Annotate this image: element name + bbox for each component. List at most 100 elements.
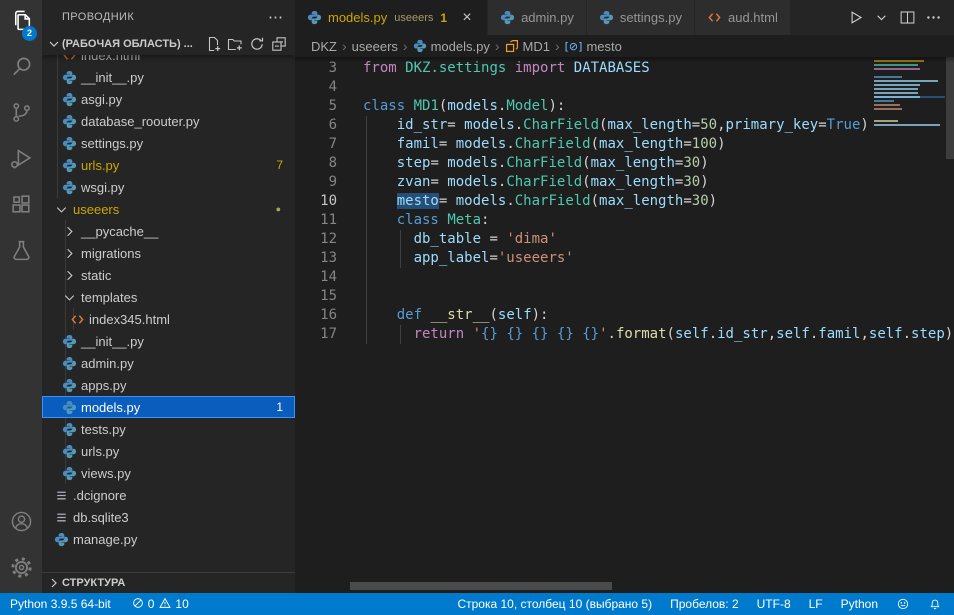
minimap-line — [874, 68, 945, 70]
chevron-down-icon — [52, 201, 70, 217]
code-line[interactable]: 10 mesto= models.CharField(max_length=30… — [295, 192, 954, 211]
chevron-right-icon — [46, 575, 62, 591]
code-line[interactable]: 6 id_str= models.CharField(max_length=50… — [295, 116, 954, 135]
breadcrumb-item-MD1[interactable]: MD1 — [505, 39, 550, 54]
code-line[interactable]: 5class MD1(models.Model): — [295, 97, 954, 116]
status-eol[interactable]: LF — [803, 593, 829, 615]
new-file-icon[interactable] — [205, 36, 221, 52]
refresh-icon[interactable] — [249, 36, 265, 52]
indent-guide — [400, 325, 401, 344]
collapse-all-icon[interactable] — [271, 36, 287, 52]
minimap[interactable] — [874, 58, 945, 134]
settings-button[interactable] — [0, 547, 42, 593]
tree-item-models.py[interactable]: models.py1 — [42, 396, 295, 418]
minimap-line — [874, 108, 945, 110]
tree-item-tests.py[interactable]: tests.py — [42, 418, 295, 440]
code-editor[interactable]: 3from DKZ.settings import DATABASES45cla… — [295, 57, 954, 593]
python-icon — [60, 157, 78, 173]
tab-settings.py[interactable]: settings.py — [587, 0, 695, 35]
activity-bar: 2 — [0, 0, 42, 593]
breadcrumb-item-models.py[interactable]: models.py — [413, 39, 490, 54]
tree-item-__init__.py[interactable]: __init__.py — [42, 330, 295, 352]
line-number: 13 — [295, 249, 337, 268]
status-cursor-position[interactable]: Строка 10, столбец 10 (выбрано 5) — [451, 593, 658, 615]
line-number: 10 — [295, 192, 337, 211]
breadcrumb-item-mesto[interactable]: [⊘]mesto — [565, 39, 622, 54]
breadcrumb-item-useeers[interactable]: useeers — [352, 39, 398, 54]
tab-models.py[interactable]: models.pyuseeers1× — [295, 0, 488, 35]
extensions-activity-button[interactable] — [0, 184, 42, 230]
horizontal-scrollbar[interactable] — [350, 582, 612, 590]
workspace-section-header[interactable]: (РАБОЧАЯ ОБЛАСТЬ) ... — [42, 33, 295, 55]
breadcrumb-item-DKZ[interactable]: DKZ — [311, 39, 337, 54]
code-line[interactable]: 16 def __str__(self): — [295, 306, 954, 325]
tree-item-.dcignore[interactable]: .dcignore — [42, 484, 295, 506]
line-number: 8 — [295, 154, 337, 173]
minimap-bar — [874, 108, 902, 110]
tree-item-apps.py[interactable]: apps.py — [42, 374, 295, 396]
code-line[interactable]: 14 — [295, 268, 954, 287]
testing-activity-button[interactable] — [0, 230, 42, 276]
tree-item-urls.py[interactable]: urls.py — [42, 440, 295, 462]
tree-item-manage.py[interactable]: manage.py — [42, 528, 295, 550]
more-icon[interactable] — [922, 7, 944, 29]
search-activity-button[interactable] — [0, 46, 42, 92]
code-line[interactable]: 17 return '{} {} {} {} {}'.format(self.i… — [295, 325, 954, 344]
tree-item-migrations[interactable]: migrations — [42, 242, 295, 264]
status-python-version[interactable]: Python 3.9.5 64-bit — [4, 593, 117, 615]
code-line[interactable]: 11 class Meta: — [295, 211, 954, 230]
python-icon — [60, 421, 78, 437]
notifications-bell-icon[interactable] — [922, 593, 948, 615]
code-line[interactable]: 8 step= models.CharField(max_length=30) — [295, 154, 954, 173]
explorer-activity-button[interactable]: 2 — [0, 0, 42, 46]
tree-item-index345.html[interactable]: index345.html — [42, 308, 295, 330]
code-line[interactable]: 15 — [295, 287, 954, 306]
tab-admin.py[interactable]: admin.py — [488, 0, 587, 35]
run-and-debug-activity-button[interactable] — [0, 138, 42, 184]
tree-item-asgi.py[interactable]: asgi.py — [42, 88, 295, 110]
tree-item-templates[interactable]: templates — [42, 286, 295, 308]
explorer-more-actions-icon[interactable]: ⋯ — [268, 8, 283, 26]
code-line[interactable]: 4 — [295, 78, 954, 97]
tree-item-wsgi.py[interactable]: wsgi.py — [42, 176, 295, 198]
tree-item-views.py[interactable]: views.py — [42, 462, 295, 484]
status-indentation[interactable]: Пробелов: 2 — [664, 593, 745, 615]
tree-item-label: urls.py — [81, 158, 119, 173]
outline-section-header[interactable]: СТРУКТУРА — [42, 572, 295, 593]
code-line[interactable]: 9 zvan= models.CharField(max_length=30) — [295, 173, 954, 192]
run-dropdown-icon[interactable] — [870, 7, 892, 29]
tree-item-useeers[interactable]: useeers● — [42, 198, 295, 220]
status-problems[interactable]: 0 10 — [125, 593, 195, 615]
code-line[interactable]: 12 db_table = 'dima' — [295, 230, 954, 249]
tree-item-__init__.py[interactable]: __init__.py — [42, 66, 295, 88]
tree-item-static[interactable]: static — [42, 264, 295, 286]
close-icon[interactable]: × — [459, 10, 475, 26]
tree-item-admin.py[interactable]: admin.py — [42, 352, 295, 374]
line-number: 11 — [295, 211, 337, 230]
code-line[interactable]: 7 famil= models.CharField(max_length=100… — [295, 135, 954, 154]
python-icon — [60, 377, 78, 393]
code-line[interactable]: 13 app_label='useeers' — [295, 249, 954, 268]
new-folder-icon[interactable] — [227, 36, 243, 52]
tree-item-settings.py[interactable]: settings.py — [42, 132, 295, 154]
tree-item-database_roouter.py[interactable]: database_roouter.py — [42, 110, 295, 132]
status-encoding[interactable]: UTF-8 — [751, 593, 797, 615]
tree-item-db.sqlite3[interactable]: db.sqlite3 — [42, 506, 295, 528]
tree-item-label: database_roouter.py — [81, 114, 200, 129]
run-icon[interactable] — [844, 7, 866, 29]
vertical-scrollbar[interactable] — [946, 57, 954, 159]
tree-item-urls.py[interactable]: urls.py7 — [42, 154, 295, 176]
tree-item-__pycache__[interactable]: __pycache__ — [42, 220, 295, 242]
python-icon — [60, 399, 78, 415]
tab-aud.html[interactable]: aud.html — [695, 0, 791, 35]
settings-gear-icon — [9, 555, 34, 585]
minimap-bar — [874, 68, 920, 70]
code-line[interactable]: 3from DKZ.settings import DATABASES — [295, 59, 954, 78]
split-editor-icon[interactable] — [896, 7, 918, 29]
account-button[interactable] — [0, 501, 42, 547]
status-language[interactable]: Python — [835, 593, 884, 615]
source-control-activity-button[interactable] — [0, 92, 42, 138]
feedback-icon[interactable] — [890, 593, 916, 615]
python-icon — [60, 179, 78, 195]
minimap-line — [874, 112, 945, 114]
